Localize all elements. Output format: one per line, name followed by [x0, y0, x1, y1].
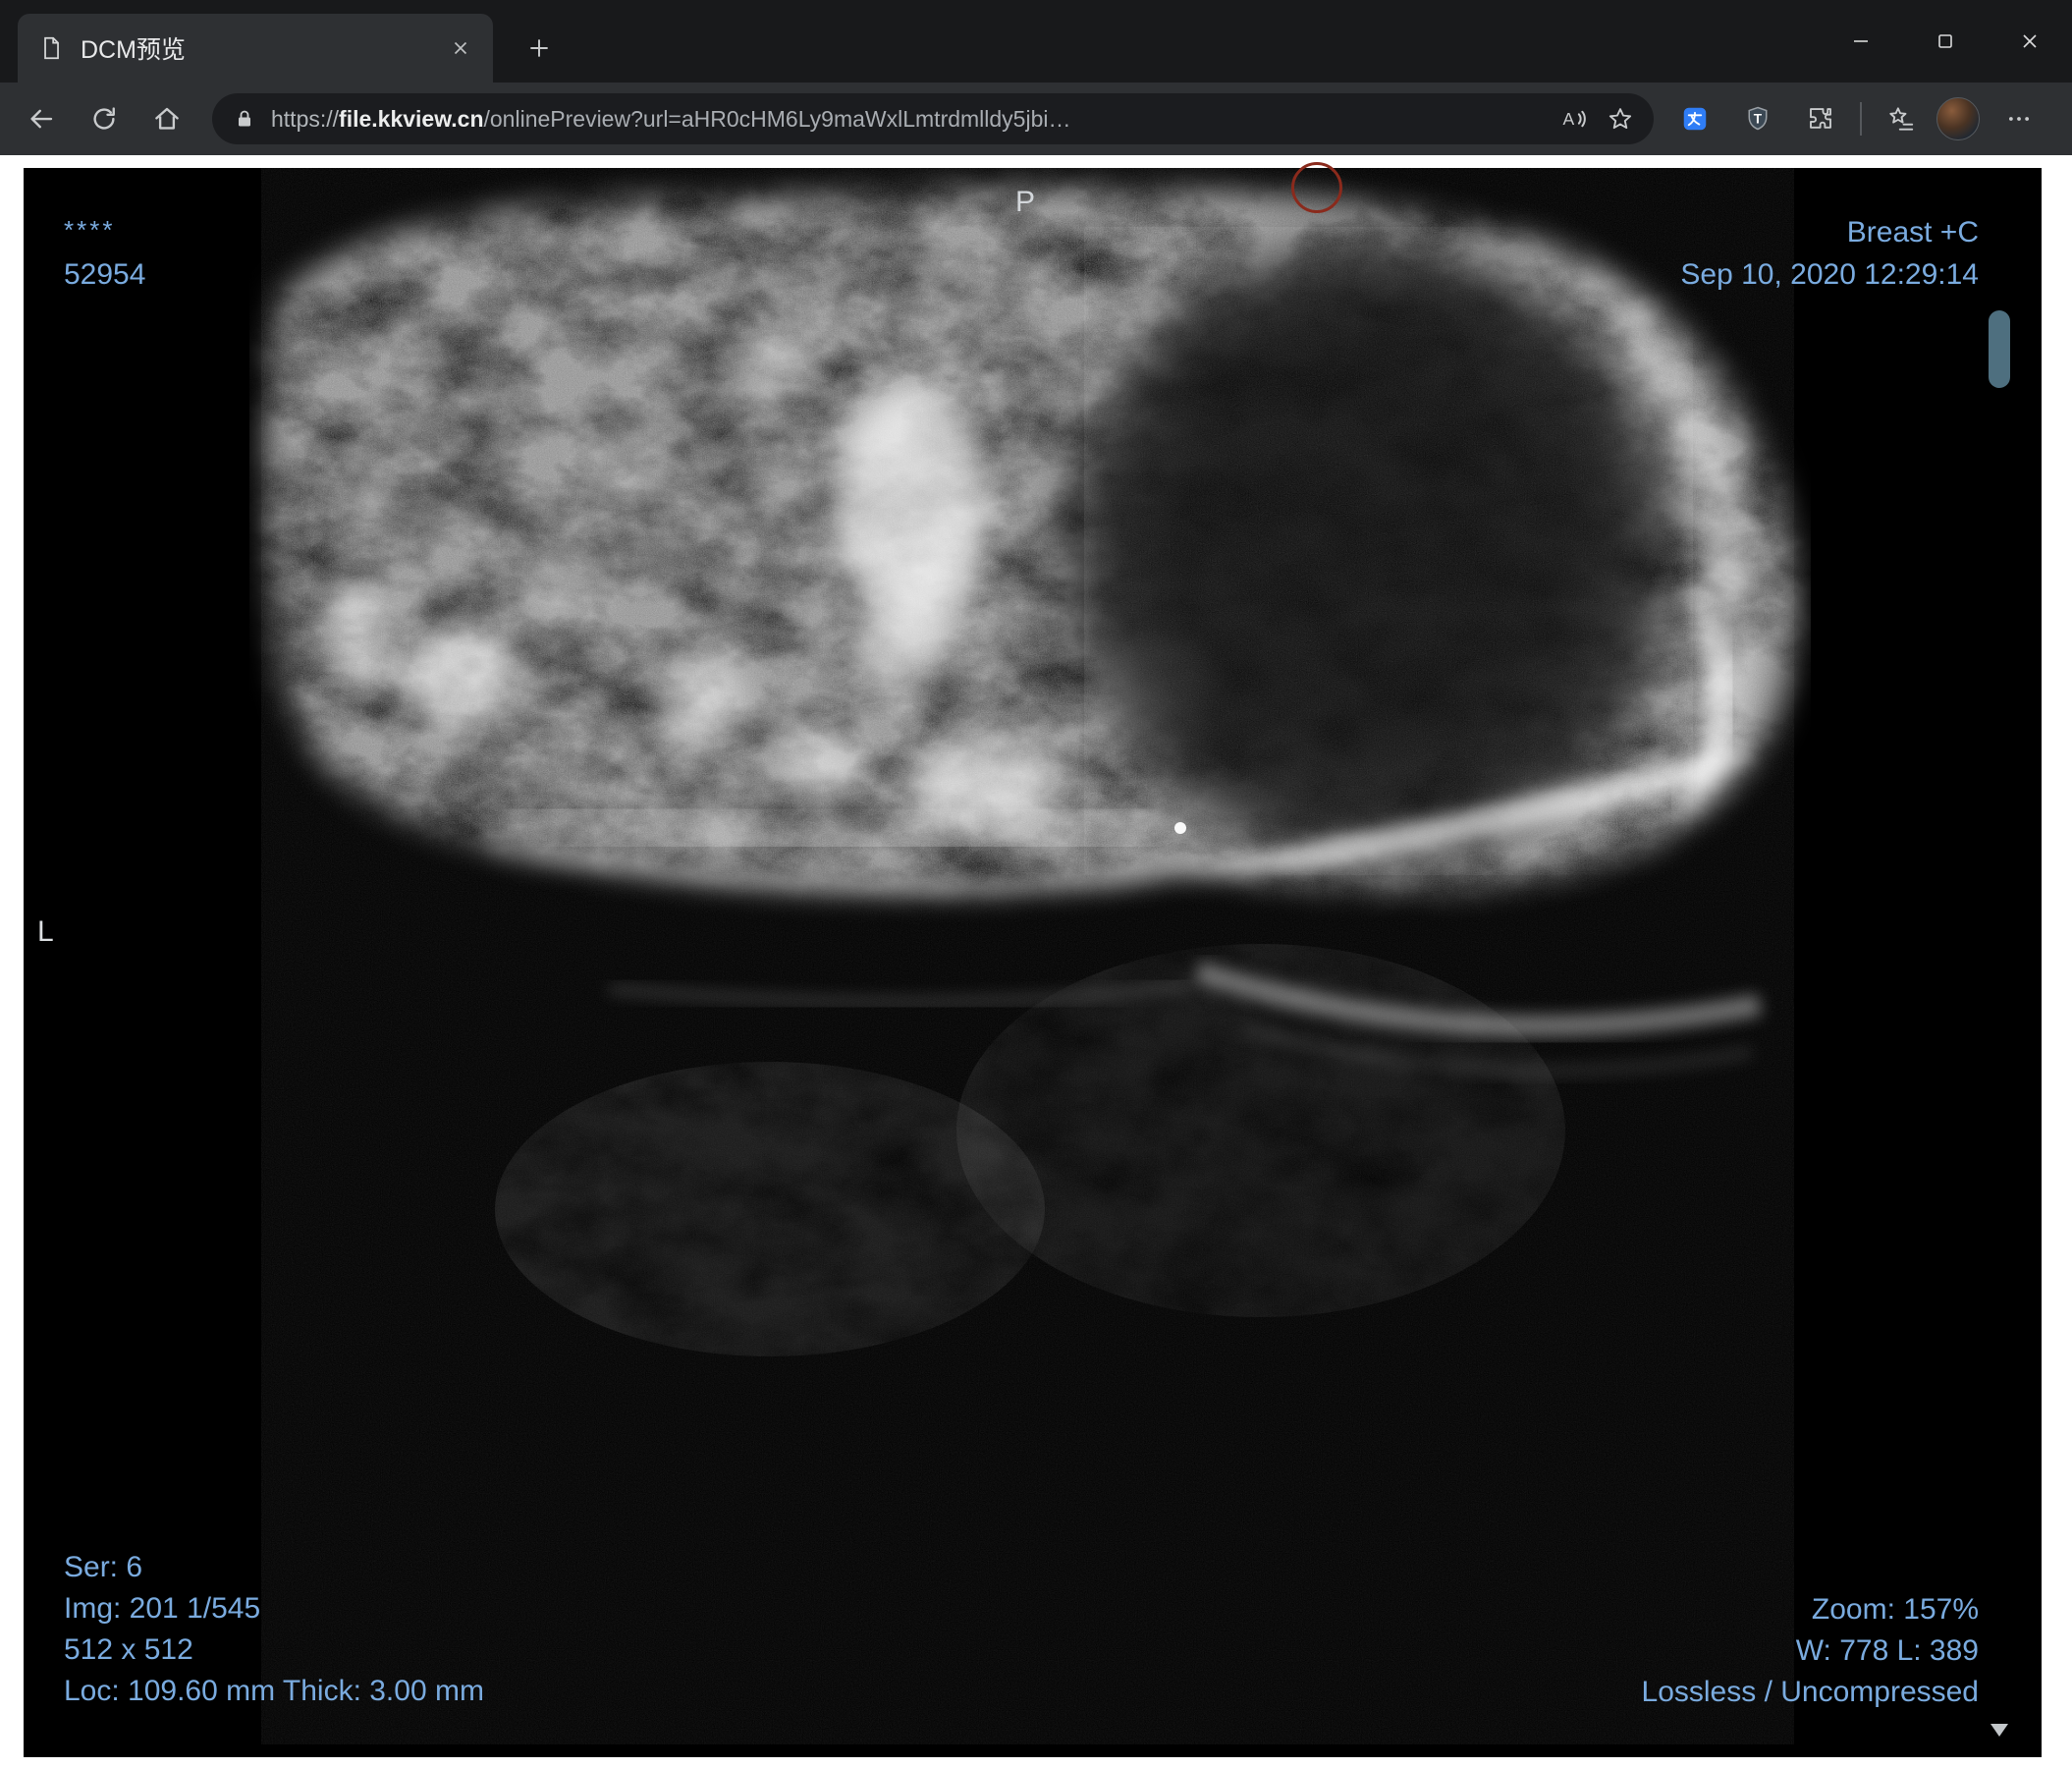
overlay-study: Breast +C Sep 10, 2020 12:29:14 — [1680, 211, 1979, 296]
document-icon — [37, 34, 65, 62]
zoom-level: Zoom: 157% — [1811, 1593, 1979, 1626]
favorites-hub-icon — [1889, 107, 1914, 131]
refresh-button[interactable] — [77, 91, 132, 146]
tab-close-icon[interactable] — [440, 28, 481, 69]
translate-extension-icon — [1683, 107, 1707, 131]
browser-window: { "browser": { "tab": { "title": "DCM预览"… — [0, 0, 2072, 1768]
scrollbar-down-arrow[interactable] — [1990, 1724, 2008, 1737]
overlay-patient: **** 52954 — [64, 207, 145, 298]
back-icon — [30, 109, 53, 129]
lock-icon — [232, 106, 257, 132]
home-icon — [155, 107, 179, 130]
url-text: https://file.kkview.cn/onlinePreview?url… — [271, 106, 1550, 133]
overlay-display-info: Zoom: 157% W: 778 L: 389 Lossless / Unco… — [1642, 1589, 1979, 1713]
slice-location: Loc: 109.60 mm Thick: 3.00 mm — [64, 1675, 484, 1707]
window-controls — [1819, 0, 2072, 83]
maximize-button[interactable] — [1903, 0, 1988, 83]
study-datetime: Sep 10, 2020 12:29:14 — [1680, 258, 1979, 291]
window-level: W: 778 L: 389 — [1795, 1634, 1979, 1667]
read-aloud-icon: A — [1563, 109, 1586, 129]
more-menu-button[interactable] — [1991, 91, 2046, 146]
scrollbar-thumb[interactable] — [1989, 310, 2010, 388]
favorite-star-icon — [1609, 108, 1632, 130]
home-button[interactable] — [139, 91, 194, 146]
back-button[interactable] — [14, 91, 69, 146]
favorite-star-button[interactable] — [1597, 95, 1644, 142]
favorites-hub-button[interactable] — [1874, 91, 1929, 146]
study-description: Breast +C — [1846, 216, 1979, 249]
more-menu-icon — [2009, 117, 2029, 121]
svg-text:T: T — [1754, 111, 1763, 126]
navigation-bar: https://file.kkview.cn/onlinePreview?url… — [0, 83, 2072, 155]
dicom-viewport[interactable]: **** 52954 Breast +C Sep 10, 2020 12:29:… — [24, 168, 2042, 1757]
url-path: /onlinePreview?url=aHR0cHM6Ly9maWxlLmtrd… — [483, 105, 1071, 132]
shield-extension-icon: T — [1748, 106, 1768, 131]
orientation-marker-posterior: P — [1014, 186, 1035, 218]
new-tab-button[interactable] — [517, 26, 562, 71]
shield-extension-button[interactable]: T — [1730, 91, 1785, 146]
url-scheme: https:// — [271, 105, 340, 132]
read-aloud-button[interactable]: A — [1550, 95, 1597, 142]
image-matrix: 512 x 512 — [64, 1633, 193, 1666]
minimize-button[interactable] — [1819, 0, 1903, 83]
page-content: **** 52954 Breast +C Sep 10, 2020 12:29:… — [0, 155, 2072, 1768]
extensions-button[interactable] — [1793, 91, 1848, 146]
toolbar-divider — [1860, 102, 1862, 136]
patient-id-masked: **** — [64, 215, 116, 245]
browser-tab[interactable]: DCM预览 — [18, 14, 493, 83]
tab-strip: DCM预览 — [0, 0, 2072, 83]
series-number: Ser: 6 — [64, 1551, 143, 1583]
translate-extension-button[interactable] — [1667, 91, 1722, 146]
extensions-puzzle-icon — [1810, 108, 1831, 129]
patient-number: 52954 — [64, 258, 146, 291]
profile-avatar[interactable] — [1936, 97, 1980, 140]
image-number: Img: 201 1/545 — [64, 1592, 261, 1625]
tab-title: DCM预览 — [81, 36, 186, 64]
svg-text:A: A — [1563, 109, 1575, 129]
orientation-marker-left: L — [37, 915, 54, 948]
close-button[interactable] — [1988, 0, 2072, 83]
url-host: file.kkview.cn — [339, 105, 484, 132]
mri-image — [24, 168, 2042, 1757]
refresh-icon — [93, 107, 115, 130]
overlay-series-info: Ser: 6 Img: 201 1/545 512 x 512 Loc: 109… — [64, 1547, 484, 1712]
address-bar[interactable]: https://file.kkview.cn/onlinePreview?url… — [212, 93, 1654, 144]
annotation-circle — [1291, 162, 1342, 213]
compression-info: Lossless / Uncompressed — [1641, 1676, 1979, 1708]
